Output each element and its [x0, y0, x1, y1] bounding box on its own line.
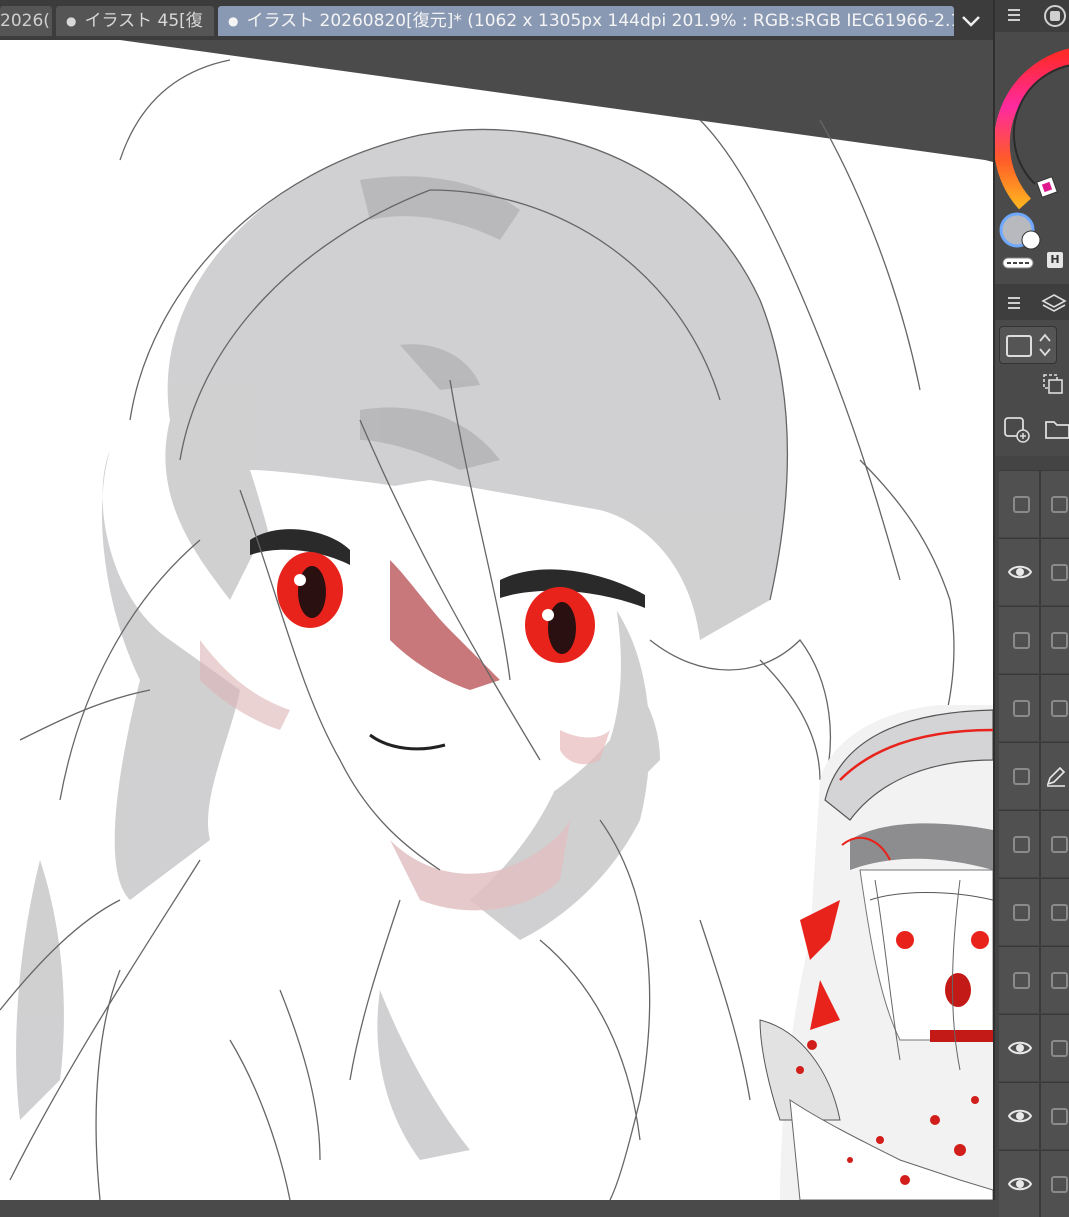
layer-lock-checkbox[interactable]: [1051, 1108, 1068, 1125]
canvas-workspace[interactable]: [0, 40, 993, 1200]
sub-color-swatch: [1021, 230, 1041, 250]
layer-visibility-checkbox[interactable]: [1013, 768, 1030, 785]
blend-mode-select[interactable]: [999, 326, 1057, 364]
document-tab-bar: 2026( ● イラスト 45[復 ● イラスト 20260820[復元]* (10…: [0, 0, 993, 40]
layer-lock-checkbox[interactable]: [1051, 496, 1068, 513]
drawing-canvas[interactable]: [0, 40, 993, 1200]
tab-document-active[interactable]: ● イラスト 20260820[復元]* (1062 x 1305px 144dp…: [218, 6, 954, 36]
stop-icon[interactable]: [1043, 4, 1067, 28]
layer-visibility-checkbox[interactable]: [1013, 904, 1030, 921]
layer-row[interactable]: [999, 606, 1069, 673]
layer-visibility-checkbox[interactable]: [1013, 836, 1030, 853]
layer-row[interactable]: [999, 538, 1069, 605]
layer-row[interactable]: [999, 946, 1069, 1013]
unsaved-dot-icon: ●: [228, 14, 239, 28]
layer-lock-checkbox[interactable]: [1051, 904, 1068, 921]
layers-icon[interactable]: [1041, 292, 1067, 316]
layer-visibility-checkbox[interactable]: [1013, 632, 1030, 649]
color-wheel[interactable]: [995, 34, 1069, 274]
new-folder-icon[interactable]: [1043, 414, 1069, 444]
layer-lock-checkbox[interactable]: [1051, 700, 1068, 717]
unsaved-dot-icon: ●: [66, 14, 77, 28]
tab-label: 2026(: [0, 11, 50, 31]
layer-row[interactable]: [999, 674, 1069, 741]
layer-row[interactable]: [999, 1150, 1069, 1217]
tab-label: イラスト 45[復: [84, 11, 203, 31]
tab-document-1[interactable]: 2026(: [0, 6, 52, 36]
layer-visibility-checkbox[interactable]: [1013, 972, 1030, 989]
layer-lock-checkbox[interactable]: [1051, 972, 1068, 989]
tab-document-2[interactable]: ● イラスト 45[復: [56, 6, 214, 36]
clip-layer-icon[interactable]: [1041, 372, 1065, 396]
layer-visibility-checkbox[interactable]: [1013, 700, 1030, 717]
layer-lock-checkbox[interactable]: [1051, 1040, 1068, 1057]
panel-menu-icon[interactable]: [1003, 4, 1025, 26]
updown-arrows-icon: [1039, 333, 1051, 357]
color-panel-header: [995, 0, 1069, 32]
layer-row[interactable]: [999, 742, 1069, 809]
eye-icon[interactable]: [1007, 1171, 1033, 1197]
layer-lock-checkbox[interactable]: [1051, 564, 1068, 581]
layer-row[interactable]: [999, 810, 1069, 877]
layer-square-icon: [1006, 335, 1032, 357]
layer-row[interactable]: [999, 1082, 1069, 1149]
layer-list: [995, 456, 1069, 1217]
layer-panel-header: [995, 284, 1069, 320]
layer-lock-checkbox[interactable]: [1051, 836, 1068, 853]
pen-icon: [1046, 766, 1066, 787]
hue-mode-label[interactable]: H: [1047, 252, 1063, 268]
layer-row[interactable]: [999, 470, 1069, 537]
layer-lock-checkbox[interactable]: [1051, 1176, 1068, 1193]
layer-lock-checkbox[interactable]: [1051, 632, 1068, 649]
layer-row[interactable]: [999, 1014, 1069, 1081]
new-layer-icon[interactable]: [1001, 414, 1031, 444]
eye-icon[interactable]: [1007, 1103, 1033, 1129]
panel-menu-icon[interactable]: [1003, 292, 1025, 314]
right-side-panel: H: [993, 0, 1069, 1217]
layer-row[interactable]: [999, 878, 1069, 945]
layer-visibility-checkbox[interactable]: [1013, 496, 1030, 513]
eye-icon[interactable]: [1007, 559, 1033, 585]
eye-icon[interactable]: [1007, 1035, 1033, 1061]
chevron-down-icon[interactable]: [958, 8, 984, 34]
tab-label: イラスト 20260820[復元]* (1062 x 1305px 144dpi…: [246, 11, 954, 31]
